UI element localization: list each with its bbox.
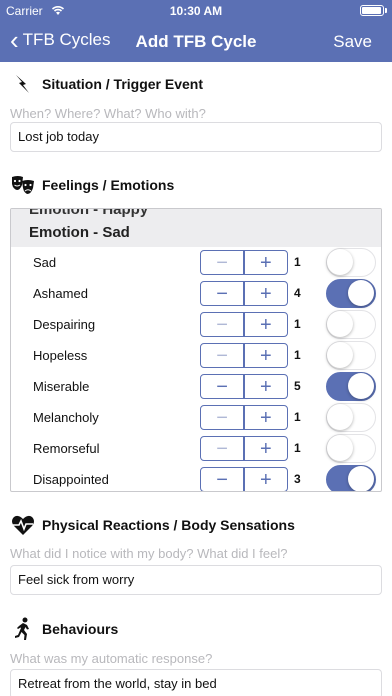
emotion-label: Remorseful <box>33 441 100 456</box>
situation-heading-label: Situation / Trigger Event <box>42 76 204 92</box>
emotion-toggle[interactable] <box>326 403 376 432</box>
emotion-label: Despairing <box>33 317 96 332</box>
emotion-picker[interactable]: Emotion - Happy Emotion - Sad Sad − + 1 … <box>10 208 382 492</box>
behaviours-hint: What was my automatic response? <box>10 651 213 666</box>
increment-button[interactable]: + <box>245 375 287 398</box>
increment-button[interactable]: + <box>245 251 287 274</box>
emotion-toggle[interactable] <box>326 248 376 277</box>
intensity-value: 4 <box>294 286 301 300</box>
intensity-stepper: − + <box>200 312 288 337</box>
decrement-button[interactable]: − <box>201 344 243 367</box>
emotion-label: Ashamed <box>33 286 88 301</box>
situation-heading: Situation / Trigger Event <box>10 72 203 96</box>
intensity-stepper: − + <box>200 250 288 275</box>
decrement-button[interactable]: − <box>201 406 243 429</box>
running-person-icon <box>10 617 36 641</box>
status-time: 10:30 AM <box>169 4 223 18</box>
emotion-row: Miserable − + 5 <box>11 371 381 402</box>
increment-button[interactable]: + <box>245 406 287 429</box>
emotion-row: Sad − + 1 <box>11 247 381 278</box>
form-content: Situation / Trigger Event When? Where? W… <box>0 62 392 696</box>
physical-heading-label: Physical Reactions / Body Sensations <box>42 517 295 533</box>
emotion-label: Disappointed <box>33 472 109 487</box>
status-bar: Carrier 10:30 AM <box>0 0 392 22</box>
emotion-row: Melancholy − + 1 <box>11 402 381 433</box>
emotion-label: Hopeless <box>33 348 88 363</box>
intensity-stepper: − + <box>200 436 288 461</box>
intensity-stepper: − + <box>200 281 288 306</box>
heartbeat-icon <box>10 513 36 537</box>
save-button[interactable]: Save <box>333 32 372 52</box>
decrement-button[interactable]: − <box>201 282 243 305</box>
intensity-value: 5 <box>294 379 301 393</box>
emotion-label: Melancholy <box>33 410 99 425</box>
emotion-label: Sad <box>33 255 57 270</box>
intensity-value: 1 <box>294 348 301 362</box>
decrement-button[interactable]: − <box>201 251 243 274</box>
emotion-toggle[interactable] <box>326 465 376 491</box>
back-label: TFB Cycles <box>22 30 111 49</box>
intensity-value: 1 <box>294 410 301 424</box>
battery-icon <box>360 5 384 16</box>
behaviours-heading-label: Behaviours <box>42 621 119 637</box>
emotion-row: Despairing − + 1 <box>11 309 381 340</box>
emotion-row: Ashamed − + 4 <box>11 278 381 309</box>
physical-field[interactable]: Feel sick from worry <box>10 565 382 595</box>
decrement-button[interactable]: − <box>201 437 243 460</box>
physical-hint: What did I notice with my body? What did… <box>10 546 288 561</box>
intensity-value: 1 <box>294 441 301 455</box>
emotion-row: Disappointed − + 3 <box>11 464 381 491</box>
emotion-group-header-prev: Emotion - Happy <box>11 209 381 219</box>
emotion-toggle[interactable] <box>326 434 376 463</box>
intensity-stepper: − + <box>200 374 288 399</box>
theater-masks-icon <box>10 173 36 197</box>
increment-button[interactable]: + <box>245 282 287 305</box>
decrement-button[interactable]: − <box>201 375 243 398</box>
emotion-toggle[interactable] <box>326 341 376 370</box>
situation-field[interactable]: Lost job today <box>10 122 382 152</box>
physical-heading: Physical Reactions / Body Sensations <box>10 513 295 537</box>
battery-tip <box>385 8 387 13</box>
lightning-icon <box>10 72 36 96</box>
increment-button[interactable]: + <box>245 468 287 491</box>
behaviours-heading: Behaviours <box>10 617 118 641</box>
increment-button[interactable]: + <box>245 313 287 336</box>
emotion-toggle[interactable] <box>326 279 376 308</box>
emotion-label: Miserable <box>33 379 90 394</box>
intensity-stepper: − + <box>200 467 288 491</box>
intensity-stepper: − + <box>200 405 288 430</box>
emotion-toggle[interactable] <box>326 310 376 339</box>
chevron-left-icon: ‹ <box>10 25 19 55</box>
intensity-value: 3 <box>294 472 301 486</box>
increment-button[interactable]: + <box>245 437 287 460</box>
behaviours-field[interactable]: Retreat from the world, stay in bed <box>10 669 382 696</box>
emotion-row: Remorseful − + 1 <box>11 433 381 464</box>
increment-button[interactable]: + <box>245 344 287 367</box>
emotion-row: Hopeless − + 1 <box>11 340 381 371</box>
emotion-group-header: Emotion - Sad <box>11 219 381 247</box>
decrement-button[interactable]: − <box>201 313 243 336</box>
decrement-button[interactable]: − <box>201 468 243 491</box>
feelings-heading-label: Feelings / Emotions <box>42 177 175 193</box>
feelings-heading: Feelings / Emotions <box>10 173 174 197</box>
intensity-stepper: − + <box>200 343 288 368</box>
situation-hint: When? Where? What? Who with? <box>10 106 206 121</box>
intensity-value: 1 <box>294 255 301 269</box>
nav-bar: ‹ TFB Cycles Add TFB Cycle Save <box>0 22 392 62</box>
emotion-toggle[interactable] <box>326 372 376 401</box>
intensity-value: 1 <box>294 317 301 331</box>
back-button[interactable]: ‹ TFB Cycles <box>10 25 111 55</box>
